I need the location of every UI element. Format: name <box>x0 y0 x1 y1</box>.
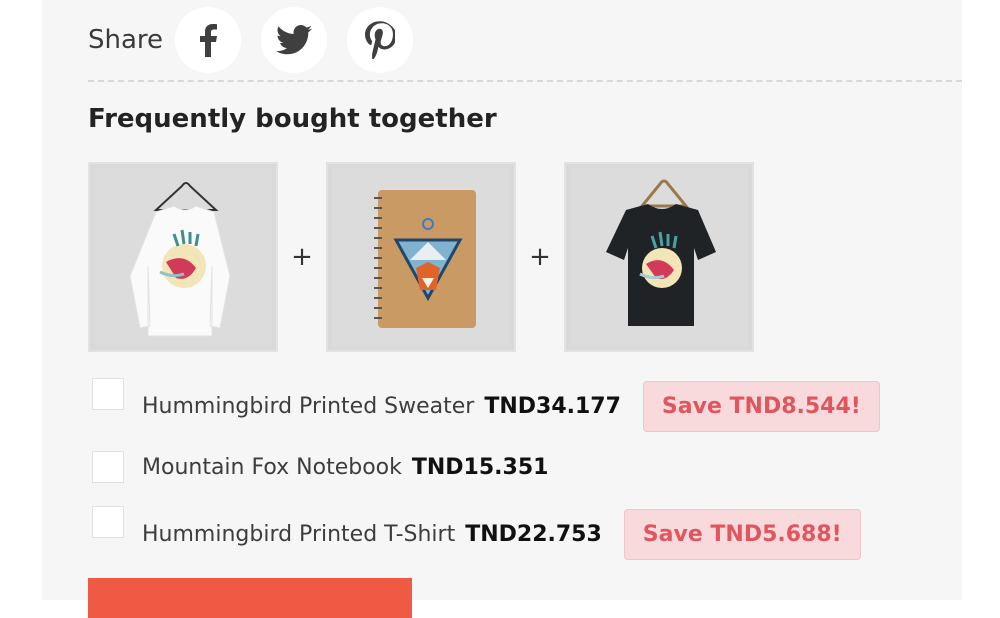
plus-separator: + <box>529 242 551 272</box>
facebook-icon <box>200 24 218 57</box>
product-name: Mountain Fox Notebook <box>142 454 402 480</box>
product-checkbox[interactable] <box>92 378 124 410</box>
sweater-illustration <box>129 182 231 337</box>
product-checkbox[interactable] <box>92 451 124 483</box>
share-label: Share <box>88 25 164 55</box>
twitter-icon <box>276 25 313 55</box>
notebook-illustration <box>374 190 476 328</box>
tshirt-illustration <box>606 179 716 326</box>
plus-separator: + <box>291 242 313 272</box>
list-item: Mountain Fox Notebook TND15.351 <box>88 450 570 484</box>
section-title: Frequently bought together <box>88 104 497 134</box>
thumbnail-notebook[interactable] <box>326 162 516 352</box>
pinterest-icon <box>365 21 396 59</box>
product-price: TND34.177 <box>484 393 621 419</box>
product-name: Hummingbird Printed T-Shirt <box>142 521 456 547</box>
pinterest-share-button[interactable] <box>347 7 414 73</box>
bundle-thumbnails: + + <box>88 162 754 352</box>
product-checkbox[interactable] <box>92 506 124 538</box>
thumbnail-tshirt[interactable] <box>564 162 754 352</box>
sweater-image <box>94 168 272 346</box>
section-divider <box>88 80 962 82</box>
save-badge: Save TND8.544! <box>642 380 880 432</box>
list-item: Hummingbird Printed T-Shirt TND22.753 Sa… <box>88 502 861 566</box>
product-name: Hummingbird Printed Sweater <box>142 393 475 419</box>
notebook-image <box>332 168 510 346</box>
save-badge: Save TND5.688! <box>623 508 861 560</box>
thumbnail-sweater[interactable] <box>88 162 278 352</box>
add-bundle-to-cart-button[interactable] <box>88 578 412 618</box>
product-price: TND15.351 <box>411 454 549 480</box>
twitter-share-button[interactable] <box>261 7 328 73</box>
facebook-share-button[interactable] <box>175 7 242 73</box>
tshirt-image <box>570 168 748 346</box>
share-row: Share <box>88 6 433 74</box>
list-item: Hummingbird Printed Sweater TND34.177 Sa… <box>88 374 880 438</box>
product-panel: Share Frequently bought together + + Hum… <box>42 0 962 618</box>
product-price: TND22.753 <box>465 521 602 547</box>
